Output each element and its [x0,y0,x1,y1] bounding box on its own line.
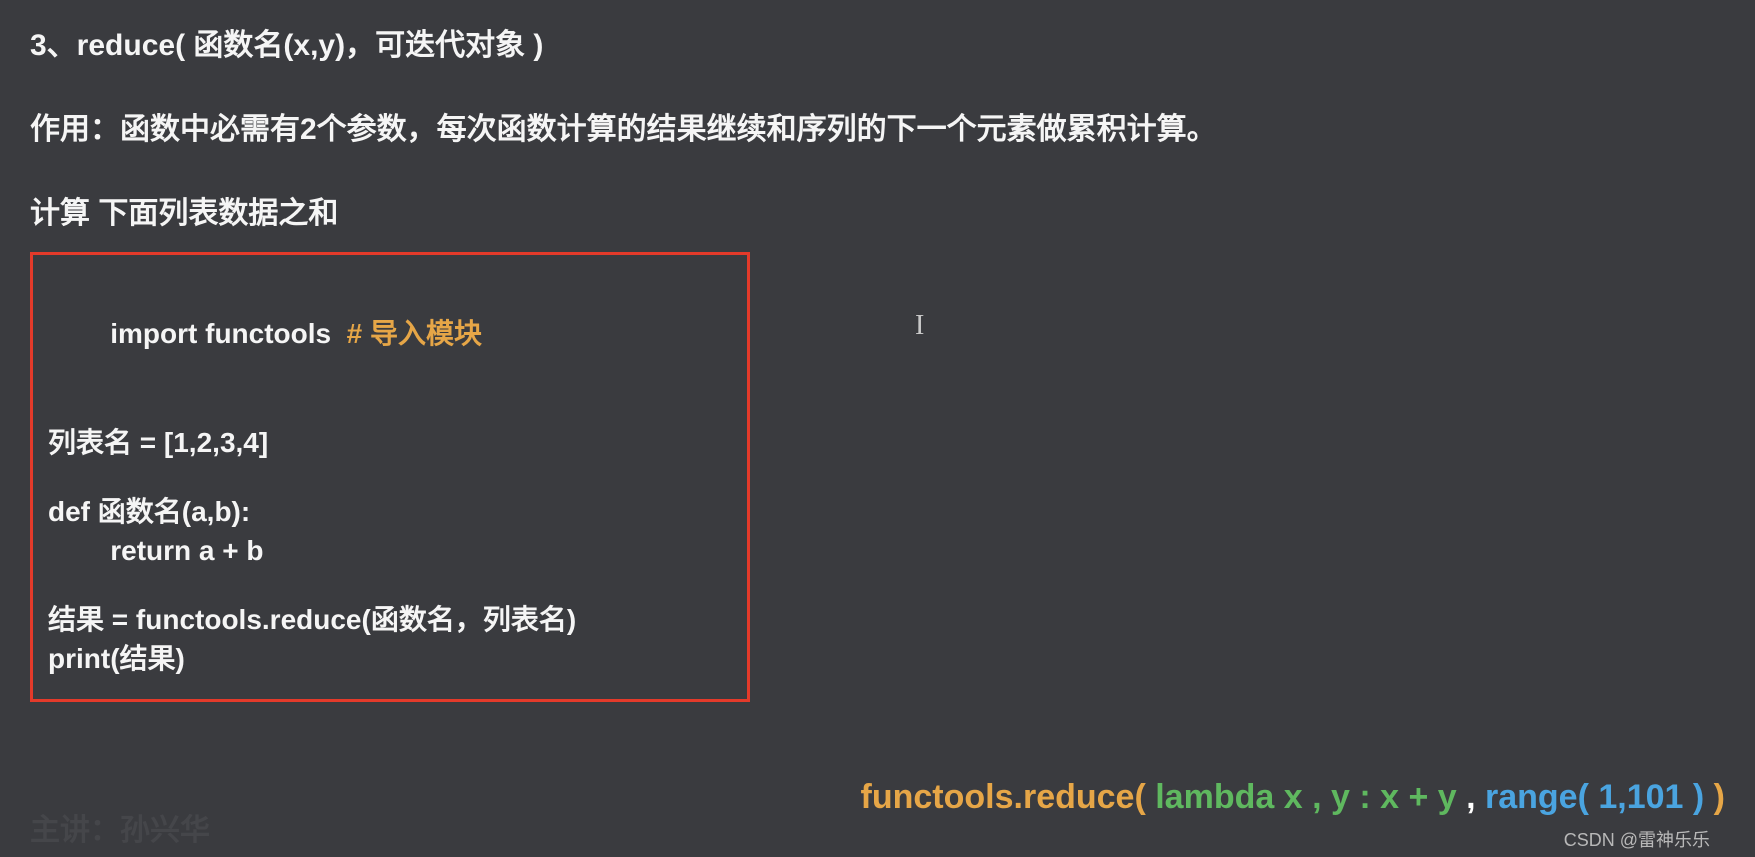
close-paren: ) [1704,778,1725,816]
code-def: def 函数名(a,b): [48,492,732,531]
import-statement: import functools [110,318,331,349]
watermark: CSDN @雷神乐乐 [1564,826,1710,852]
code-import: import functools # 导入模块 [48,275,732,393]
code-print: print(结果) [48,639,732,678]
lambda-expr: lambda x , y : x + y [1155,778,1456,816]
code-list: 列表名 = [1,2,3,4] [48,423,732,462]
separator: , [1457,778,1485,816]
code-result: 结果 = functools.reduce(函数名，列表名) [48,600,732,639]
range-call: range( 1,101 ) [1485,778,1704,816]
text-cursor-icon: I [915,310,924,342]
reduce-call: functools.reduce( [861,778,1156,816]
import-comment: # 导入模块 [331,318,482,349]
dim-author: 主讲：孙兴华 [30,805,210,849]
description: 作用：函数中必需有2个参数，每次函数计算的结果继续和序列的下一个元素做累积计算。 [30,104,1725,148]
bottom-code: functools.reduce( lambda x , y : x + y ,… [861,778,1725,817]
heading: 3、reduce( 函数名(x,y)，可迭代对象 ) [30,20,1725,64]
code-return: return a + b [48,531,732,570]
code-box: import functools # 导入模块 列表名 = [1,2,3,4] … [30,252,750,702]
subtitle: 计算 下面列表数据之和 [30,188,1725,232]
